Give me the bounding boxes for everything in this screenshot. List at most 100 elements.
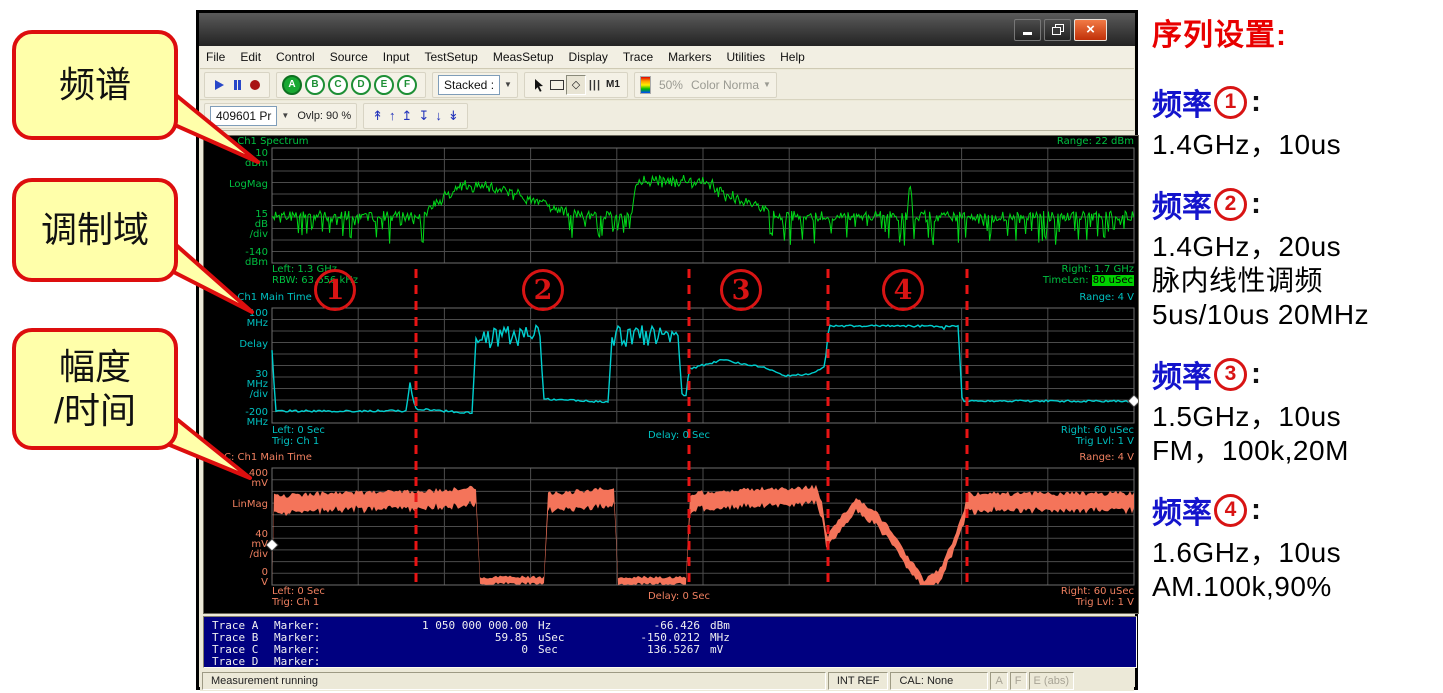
frequency-entry-label-2: 频率2: bbox=[1152, 182, 1442, 226]
color-mode-label: Color Norma bbox=[691, 78, 759, 92]
menu-help[interactable]: Help bbox=[780, 50, 805, 64]
points-group: 409601 Pr ▼ Ovlp: 90 % bbox=[204, 103, 357, 129]
frequency-entry-line: 5us/10us 20MHz bbox=[1152, 298, 1442, 332]
record-icon bbox=[250, 80, 260, 90]
points-dropdown[interactable]: 409601 Pr bbox=[210, 106, 277, 126]
status-flag-3: E (abs) bbox=[1029, 672, 1074, 690]
menu-testsetup[interactable]: TestSetup bbox=[424, 50, 477, 64]
callout-text: /时间 bbox=[54, 389, 136, 433]
menu-markers[interactable]: Markers bbox=[668, 50, 711, 64]
marker-move-icon-4[interactable]: ↧ bbox=[418, 109, 429, 122]
color-scale-icon[interactable] bbox=[640, 76, 651, 94]
marker-m1-icon: M1 bbox=[606, 79, 620, 90]
play-button[interactable] bbox=[210, 76, 228, 94]
layout-dropdown[interactable]: Stacked : bbox=[438, 75, 500, 95]
frequency-entry-line: 1.6GHz，10us bbox=[1152, 536, 1442, 570]
menu-edit[interactable]: Edit bbox=[240, 50, 261, 64]
pause-icon bbox=[234, 80, 241, 90]
trace-c-left-edge: Left: 0 Sec bbox=[272, 587, 325, 597]
layout-dropdown-value: Stacked : bbox=[444, 78, 494, 92]
menu-display[interactable]: Display bbox=[569, 50, 608, 64]
frequency-entry-line: AM.100k,90% bbox=[1152, 570, 1442, 604]
frequency-entry-label-3: 频率3: bbox=[1152, 352, 1442, 396]
trace-c-left-line2: Trig: Ch 1 bbox=[272, 598, 319, 608]
trace-c-title: C: Ch1 Main Time bbox=[224, 453, 312, 463]
frequency-entry-line: 脉内线性调频 bbox=[1152, 264, 1442, 298]
close-button[interactable]: × bbox=[1074, 19, 1107, 41]
trace-button-e[interactable]: E bbox=[374, 75, 394, 95]
layout-group: Stacked : ▼ bbox=[432, 72, 518, 98]
circled-number-icon: 3 bbox=[1214, 358, 1247, 391]
minimize-icon bbox=[1023, 32, 1032, 35]
band-bars-icon: ||| bbox=[589, 79, 601, 91]
menu-file[interactable]: File bbox=[206, 50, 225, 64]
rect-select-button[interactable] bbox=[548, 76, 566, 94]
menu-meassetup[interactable]: MeasSetup bbox=[493, 50, 554, 64]
menu-input[interactable]: Input bbox=[383, 50, 410, 64]
trace-b-range: Range: 4 V bbox=[1079, 293, 1134, 303]
colon: : bbox=[1251, 187, 1261, 221]
menu-bar: File Edit Control Source Input TestSetup MeasS… bbox=[200, 46, 1134, 69]
diamond-marker-button[interactable]: ◇ bbox=[566, 75, 586, 95]
marker-label: Marker: bbox=[274, 656, 360, 668]
chevron-down-icon[interactable]: ▼ bbox=[281, 111, 289, 120]
trace-b-left-edge: Left: 0 Sec bbox=[272, 426, 325, 436]
trace-button-d[interactable]: D bbox=[351, 75, 371, 95]
marker-move-icon-5[interactable]: ↓ bbox=[435, 109, 442, 122]
overlap-label: Ovlp: 90 % bbox=[297, 110, 351, 122]
frequency-entry-line: 1.5GHz，10us bbox=[1152, 400, 1442, 434]
colon: : bbox=[1251, 85, 1261, 119]
minimize-button[interactable] bbox=[1014, 19, 1041, 41]
marker-value2: 136.5267 bbox=[588, 644, 700, 656]
trace-b-right-edge: Right: 60 uSec bbox=[1061, 426, 1134, 436]
restore-button[interactable] bbox=[1044, 19, 1071, 41]
trace-c-format: LinMag bbox=[232, 500, 268, 510]
screenshot-stage: 频谱 调制域 幅度/时间 × FileEditControlSourceInpu… bbox=[0, 0, 1443, 693]
trace-c-range: Range: 4 V bbox=[1079, 453, 1134, 463]
marker-readout-table: Trace AMarker:1 050 000 000.00Hz-66.426d… bbox=[203, 616, 1137, 668]
close-icon: × bbox=[1086, 22, 1095, 37]
trace-a-ref-bottom-unit: dBm bbox=[245, 258, 268, 268]
marker-unit: Sec bbox=[528, 644, 588, 656]
band-power-button[interactable]: ||| bbox=[586, 76, 604, 94]
marker-move-icon-3[interactable]: ↥ bbox=[402, 109, 413, 122]
trace-b-format: Delay bbox=[239, 340, 268, 350]
trace-button-f[interactable]: F bbox=[397, 75, 417, 95]
pause-button[interactable] bbox=[228, 76, 246, 94]
marker-m1-button[interactable]: M1 bbox=[604, 76, 622, 94]
trace-c-delay: Delay: 0 Sec bbox=[619, 592, 739, 602]
menu-utilities[interactable]: Utilities bbox=[726, 50, 765, 64]
chevron-down-icon[interactable]: ▼ bbox=[763, 80, 771, 89]
trace-c-ref-bottom-unit: V bbox=[261, 578, 268, 588]
status-flag-1: A bbox=[990, 672, 1007, 690]
trace-button-a[interactable]: A bbox=[282, 75, 302, 95]
color-tools: 50% Color Norma ▼ bbox=[634, 72, 777, 98]
colon: : bbox=[1251, 357, 1261, 391]
status-message: Measurement running bbox=[202, 672, 826, 690]
marker-move-icon-6[interactable]: ↡ bbox=[448, 109, 459, 122]
chevron-down-icon[interactable]: ▼ bbox=[504, 80, 512, 89]
menu-trace[interactable]: Trace bbox=[623, 50, 653, 64]
trace-button-c[interactable]: C bbox=[328, 75, 348, 95]
segment-number-4: 4 bbox=[882, 269, 924, 311]
segment-number-1: 1 bbox=[314, 269, 356, 311]
trace-b-left-line2: Trig: Ch 1 bbox=[272, 437, 319, 447]
play-icon bbox=[215, 80, 224, 90]
marker-move-icon-2[interactable]: ↑ bbox=[389, 109, 396, 122]
marker-value bbox=[360, 656, 528, 668]
trace-a-title: A: Ch1 Spectrum bbox=[224, 137, 309, 147]
callout-spectrum: 频谱 bbox=[12, 30, 178, 140]
trace-button-b[interactable]: B bbox=[305, 75, 325, 95]
menu-source[interactable]: Source bbox=[330, 50, 368, 64]
pointer-tools: ◇ ||| M1 bbox=[524, 72, 628, 98]
trace-a-format: LogMag bbox=[229, 180, 268, 190]
cursor-tool-button[interactable] bbox=[530, 76, 548, 94]
menu-control[interactable]: Control bbox=[276, 50, 315, 64]
marker-trace: Trace D bbox=[212, 656, 274, 668]
marker-move-icon-1[interactable]: ↟ bbox=[372, 109, 383, 122]
callout-amplitude-time: 幅度/时间 bbox=[12, 328, 178, 450]
timelen-label: TimeLen: bbox=[1043, 275, 1092, 286]
sequence-settings-heading: 序列设置: bbox=[1152, 10, 1442, 54]
marker-value2 bbox=[588, 656, 700, 668]
record-button[interactable] bbox=[246, 76, 264, 94]
